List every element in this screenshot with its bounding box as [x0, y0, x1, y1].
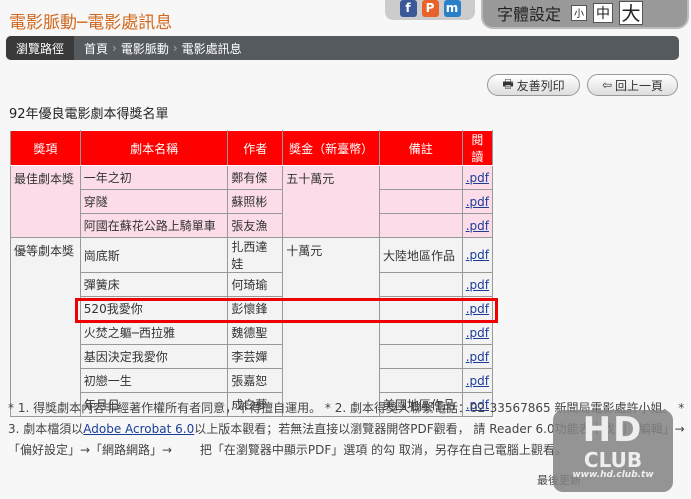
- breadcrumb-current[interactable]: 電影處訊息: [182, 40, 242, 57]
- chevron-right-icon: ›: [172, 41, 178, 55]
- read-cell: .pdf: [461, 189, 494, 214]
- page-title: 92年優良電影劇本得獎名單: [9, 107, 169, 122]
- arrow-left-icon: ⇦: [601, 78, 613, 92]
- column-header: 劇本名稱: [79, 130, 229, 166]
- column-header: 獎項: [10, 130, 81, 166]
- note-cell: [378, 320, 463, 345]
- plurk-icon[interactable]: P: [421, 0, 439, 17]
- author-cell: 鄭有傑: [227, 165, 284, 190]
- table-row: 最佳劇本獎 一年之初 鄭有傑 五十萬元 .pdf: [10, 165, 494, 238]
- title-cell: 崗底斯: [79, 237, 229, 273]
- author-cell: 扎西達娃: [227, 237, 284, 273]
- pdf-link[interactable]: .pdf: [466, 374, 489, 388]
- note-cell: [378, 165, 463, 190]
- back-button[interactable]: ⇦ 回上一頁: [587, 74, 678, 96]
- print-label: 友善列印: [516, 78, 565, 93]
- breadcrumb-home[interactable]: 首頁: [84, 40, 108, 57]
- table-row: 火焚之軀─西拉雅 魏德聖 .pdf: [11, 320, 494, 345]
- column-header: 閱讀: [461, 130, 494, 166]
- column-header: 作者: [227, 130, 284, 166]
- breadcrumb: 瀏覽路徑 首頁 › 電影脈動 › 電影處訊息: [6, 36, 679, 60]
- table-row: 優等劇本獎 崗底斯 扎西達娃 十萬元 大陸地區作品 .pdf: [10, 237, 494, 417]
- acrobat-link[interactable]: Adobe Acrobat 6.0: [83, 422, 194, 436]
- award-cell: 優等劇本獎: [10, 237, 81, 417]
- print-button[interactable]: 🖶 友善列印: [487, 74, 580, 96]
- note-cell: [378, 213, 463, 238]
- back-label: 回上一頁: [615, 78, 664, 93]
- printer-icon: 🖶: [502, 76, 514, 91]
- share-bar: f P m: [385, 0, 475, 20]
- pdf-link[interactable]: .pdf: [466, 248, 489, 262]
- pdf-link[interactable]: .pdf: [466, 278, 489, 292]
- note-cell: [378, 344, 463, 369]
- read-cell: .pdf: [461, 272, 494, 297]
- pdf-link[interactable]: .pdf: [466, 195, 489, 209]
- facebook-icon[interactable]: f: [399, 0, 417, 17]
- title-cell: 火焚之軀─西拉雅: [79, 320, 229, 345]
- author-cell: 張嘉恕: [227, 368, 284, 393]
- read-cell: .pdf: [461, 344, 494, 369]
- font-medium-button[interactable]: 中: [593, 2, 614, 23]
- title-cell: 一年之初: [79, 165, 229, 190]
- read-cell: .pdf: [461, 165, 494, 190]
- award-table: 獎項 劇本名稱 作者 獎金（新臺幣） 備註 閱讀 最佳劇本獎 一年之初 鄭有傑 五十萬元 .pdf…: [10, 130, 494, 417]
- pdf-link[interactable]: .pdf: [466, 326, 489, 340]
- author-cell: 張友漁: [227, 213, 284, 238]
- read-cell: .pdf: [461, 213, 494, 238]
- pdf-link[interactable]: .pdf: [466, 171, 489, 185]
- table-row: 彈簧床 何琦瑜 .pdf: [11, 272, 494, 297]
- breadcrumb-label: 瀏覽路徑: [6, 36, 75, 60]
- title-cell: 穿隧: [79, 189, 229, 214]
- font-large-button[interactable]: 大: [619, 0, 644, 25]
- award-cell: 最佳劇本獎: [10, 165, 81, 238]
- read-cell: .pdf: [461, 320, 494, 345]
- table-row: 基因決定我愛你 李芸嬋 .pdf: [11, 344, 494, 369]
- table-row: 初戀一生 張嘉恕 .pdf: [11, 368, 494, 393]
- myspace-icon[interactable]: m: [443, 0, 461, 17]
- title-cell: 阿國在蘇花公路上騎單車: [79, 213, 229, 238]
- prize-cell: 十萬元: [282, 237, 380, 417]
- note-cell: [378, 189, 463, 214]
- highlight-box: [75, 298, 498, 323]
- author-cell: 魏德聖: [227, 320, 284, 345]
- title-cell: 基因決定我愛你: [79, 344, 229, 369]
- hdclub-watermark-logo: HD CLUB www.hd.club.tw: [553, 410, 673, 492]
- font-setting-label: 字體設定: [497, 4, 562, 24]
- read-cell: .pdf: [461, 368, 494, 393]
- author-cell: 李芸嬋: [227, 344, 284, 369]
- column-header: 獎金（新臺幣）: [282, 130, 380, 166]
- column-header: 備註: [378, 130, 463, 166]
- author-cell: 蘇照彬: [227, 189, 284, 214]
- chevron-right-icon: ›: [112, 41, 117, 55]
- title-cell: 初戀一生: [79, 368, 229, 393]
- pdf-link[interactable]: .pdf: [466, 219, 489, 233]
- note-cell: [378, 368, 463, 393]
- pdf-link[interactable]: .pdf: [466, 350, 489, 364]
- prize-cell: 五十萬元: [282, 165, 380, 238]
- table-row: 阿國在蘇花公路上騎單車 張友漁 .pdf: [11, 213, 494, 238]
- note-cell: 大陸地區作品: [378, 237, 463, 273]
- font-small-button[interactable]: 小: [571, 4, 588, 21]
- page-header-title: 電影脈動─電影處訊息: [9, 13, 173, 33]
- breadcrumb-movie-pulse[interactable]: 電影脈動: [121, 40, 169, 57]
- font-size-setting: 字體設定 小 中 大: [481, 0, 689, 29]
- table-row: 穿隧 蘇照彬 .pdf: [11, 189, 494, 214]
- title-cell: 彈簧床: [79, 272, 229, 297]
- author-cell: 何琦瑜: [227, 272, 284, 297]
- note-cell: [378, 272, 463, 297]
- read-cell: .pdf: [461, 237, 494, 273]
